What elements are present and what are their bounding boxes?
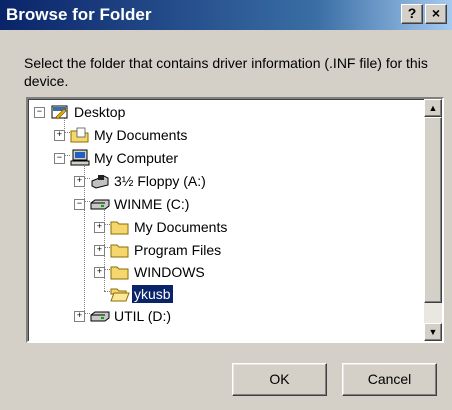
folder-icon [110, 241, 130, 259]
my-computer-icon [70, 149, 90, 167]
tree-item-label: 3½ Floppy (A:) [114, 173, 206, 189]
tree-item-label: WINME (C:) [114, 196, 190, 212]
title-bar: Browse for Folder ? × [0, 0, 452, 30]
expand-icon[interactable]: + [74, 176, 85, 187]
collapse-icon[interactable]: − [54, 153, 65, 164]
vertical-scrollbar[interactable]: ▲ ▼ [424, 99, 442, 341]
window-title: Browse for Folder [6, 5, 152, 24]
expand-icon[interactable]: + [94, 222, 105, 233]
tree-item-label: Program Files [134, 242, 222, 258]
tree-content: − Desktop + My Documents − My Computer +… [28, 99, 424, 341]
expand-icon[interactable]: + [94, 245, 105, 256]
tree-item-label: My Computer [94, 150, 179, 166]
expand-icon[interactable]: + [54, 130, 65, 141]
instruction-text: Select the folder that contains driver i… [24, 55, 428, 89]
scroll-down-arrow-icon[interactable]: ▼ [424, 323, 442, 341]
expand-icon[interactable]: + [74, 311, 85, 322]
desktop-icon [50, 103, 70, 121]
hard-drive-icon [90, 307, 110, 325]
scroll-up-arrow-icon[interactable]: ▲ [424, 99, 442, 117]
close-button[interactable]: × [425, 4, 447, 24]
tree-item-label: Desktop [74, 104, 126, 120]
open-folder-icon [110, 285, 130, 303]
folder-icon [110, 218, 130, 236]
collapse-icon[interactable]: − [74, 199, 85, 210]
tree-item-label: My Documents [94, 127, 188, 143]
cancel-button[interactable]: Cancel [342, 363, 437, 396]
scrollbar-thumb[interactable] [424, 117, 442, 303]
floppy-drive-icon [90, 172, 110, 190]
my-documents-icon [70, 126, 90, 144]
expand-icon[interactable]: + [94, 267, 105, 278]
ok-button[interactable]: OK [232, 363, 327, 396]
hard-drive-icon [90, 195, 110, 213]
tree-item-label-selected: ykusb [131, 284, 174, 304]
folder-icon [110, 263, 130, 281]
tree-item-label: UTIL (D:) [114, 308, 172, 324]
tree-item-label: My Documents [134, 219, 228, 235]
tree-item-label: WINDOWS [134, 264, 205, 280]
collapse-icon[interactable]: − [34, 107, 45, 118]
help-button[interactable]: ? [401, 4, 423, 24]
folder-tree[interactable]: − Desktop + My Documents − My Computer +… [26, 97, 444, 343]
